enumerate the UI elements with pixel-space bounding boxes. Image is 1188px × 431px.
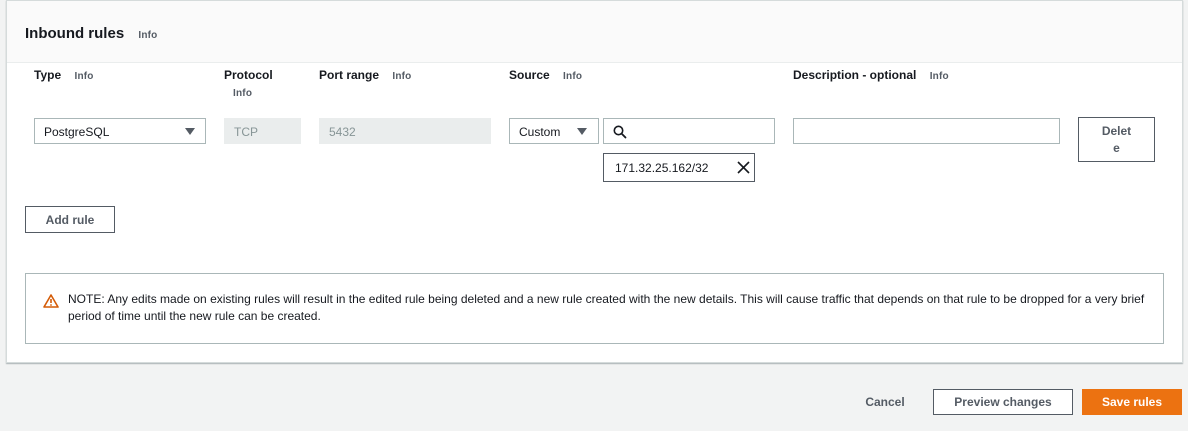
column-description-label: Description - optional — [793, 68, 917, 82]
panel-header: Inbound rules Info — [7, 1, 1182, 63]
save-label: Save rules — [1101, 395, 1163, 409]
protocol-value: TCP — [234, 125, 258, 139]
caret-down-icon — [577, 128, 587, 135]
column-description-header: Description - optional Info — [793, 68, 949, 82]
source-type-select[interactable]: Custom — [509, 118, 599, 144]
column-protocol-header: Protocol Info — [224, 68, 284, 99]
cancel-button[interactable]: Cancel — [855, 389, 915, 415]
delete-label-line2: e — [1113, 140, 1120, 155]
add-rule-label: Add rule — [45, 212, 95, 227]
port-range-value: 5432 — [329, 125, 356, 139]
preview-label: Preview changes — [954, 395, 1052, 409]
source-type-value: Custom — [519, 125, 561, 139]
add-rule-button[interactable]: Add rule — [25, 206, 115, 233]
source-token-label: 171.32.25.162/32 — [615, 161, 709, 175]
delete-rule-button[interactable]: Delet e — [1078, 117, 1155, 162]
search-icon — [613, 125, 627, 139]
save-rules-button[interactable]: Save rules — [1082, 389, 1182, 415]
warning-icon — [43, 294, 59, 308]
port-range-info-link[interactable]: Info — [392, 71, 411, 82]
caret-down-icon — [185, 128, 195, 135]
preview-changes-button[interactable]: Preview changes — [933, 389, 1073, 415]
close-icon[interactable] — [737, 161, 750, 174]
source-info-link[interactable]: Info — [563, 71, 582, 82]
column-type-label: Type — [34, 68, 62, 82]
column-source-label: Source — [509, 68, 550, 82]
type-select[interactable]: PostgreSQL — [34, 118, 206, 144]
cancel-label: Cancel — [865, 395, 905, 409]
panel-title-text: Inbound rules — [25, 25, 125, 42]
column-type-header: Type Info — [34, 68, 94, 82]
column-port-range-label: Port range — [319, 68, 380, 82]
type-select-value: PostgreSQL — [44, 125, 110, 139]
port-range-field: 5432 — [319, 118, 491, 144]
source-token: 171.32.25.162/32 — [603, 153, 755, 182]
column-port-range-header: Port range Info — [319, 68, 412, 82]
panel-info-link[interactable]: Info — [138, 30, 157, 41]
description-input[interactable] — [793, 118, 1060, 144]
source-search-input[interactable] — [603, 118, 775, 144]
column-source-header: Source Info — [509, 68, 582, 82]
description-info-link[interactable]: Info — [930, 71, 949, 82]
protocol-info-link[interactable]: Info — [233, 88, 284, 99]
delete-label-line1: Delet — [1101, 123, 1132, 138]
protocol-field: TCP — [224, 118, 301, 144]
note-alert: NOTE: Any edits made on existing rules w… — [25, 273, 1164, 344]
column-protocol-label: Protocol — [224, 68, 273, 82]
type-info-link[interactable]: Info — [74, 71, 93, 82]
panel-title: Inbound rules Info — [25, 25, 157, 42]
note-text: NOTE: Any edits made on existing rules w… — [68, 292, 1145, 323]
